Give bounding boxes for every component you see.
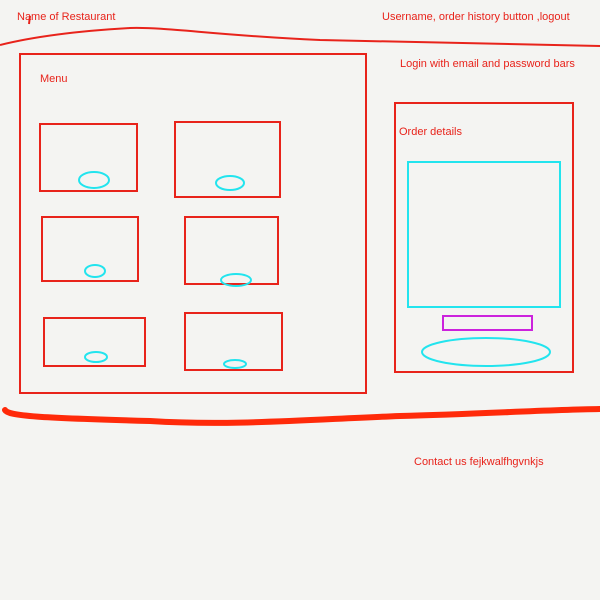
menu-item-box (184, 312, 283, 371)
wireframe-sketch (0, 15, 600, 426)
login-area-label[interactable]: Login with email and password bars (400, 58, 575, 71)
add-item-button[interactable] (84, 264, 106, 278)
order-details-title: Order details (399, 126, 462, 138)
menu-title: Menu (40, 73, 68, 85)
menu-item-card[interactable] (184, 312, 283, 371)
menu-item-box (43, 317, 146, 367)
header-divider-line (0, 26, 600, 47)
user-menu-label[interactable]: Username, order history button ,logout (382, 11, 570, 24)
menu-item-card[interactable] (174, 121, 281, 198)
contact-us-link[interactable]: Contact us fejkwalfhgvnkjs (414, 456, 544, 469)
add-item-button[interactable] (78, 171, 110, 189)
menu-item-card[interactable] (184, 216, 279, 287)
menu-item-card[interactable] (41, 216, 139, 282)
restaurant-name: Name of Restaurant (17, 11, 116, 23)
menu-panel (19, 53, 367, 394)
add-item-button[interactable] (215, 175, 245, 191)
add-item-button[interactable] (84, 351, 108, 363)
wireframe-canvas: Name of Restaurant Username, order histo… (0, 0, 600, 600)
menu-item-box (174, 121, 281, 198)
order-items-list[interactable] (407, 161, 561, 308)
order-details-panel (394, 102, 574, 373)
menu-item-card[interactable] (39, 123, 138, 192)
place-order-button[interactable] (421, 337, 551, 367)
menu-item-box (39, 123, 138, 192)
menu-item-box (41, 216, 139, 282)
order-total-bar (442, 315, 533, 331)
footer-divider-line (2, 406, 600, 426)
add-item-button[interactable] (223, 359, 247, 369)
menu-item-card[interactable] (43, 317, 146, 367)
